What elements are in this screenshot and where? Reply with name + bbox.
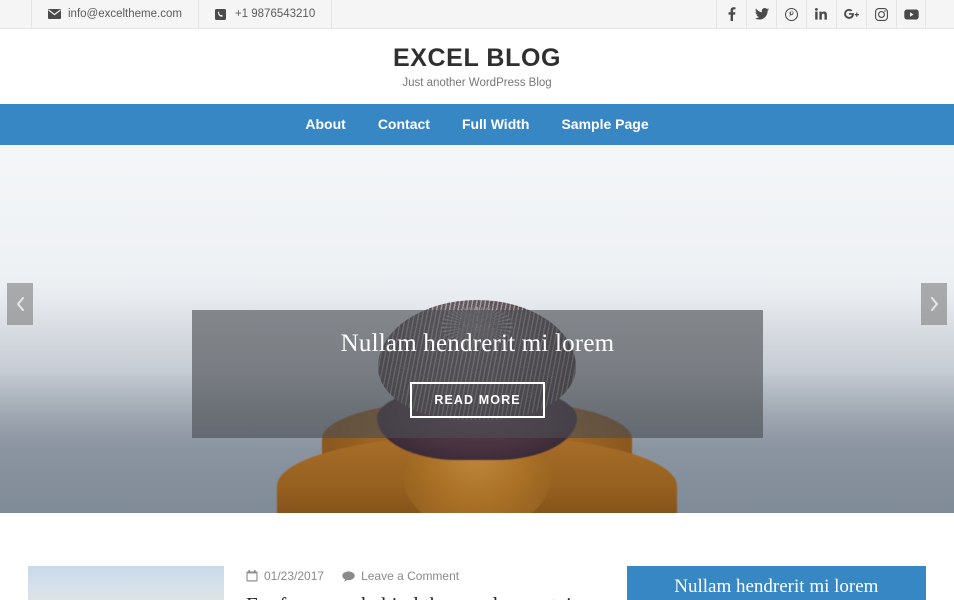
slide-read-more-button[interactable]: READ MORE (410, 382, 545, 418)
slider-next-button[interactable] (921, 283, 947, 325)
sidebar-widget: Nullam hendrerit mi lorem (626, 566, 926, 600)
content-area: 01/23/2017 Leave a Comment Far far away,… (0, 566, 954, 600)
linkedin-icon[interactable] (806, 0, 836, 28)
chevron-left-icon (16, 297, 25, 311)
topbar-email[interactable]: info@exceltheme.com (31, 0, 199, 28)
site-description: Just another WordPress Blog (402, 76, 552, 89)
topbar-phone-text: +1 9876543210 (234, 8, 316, 20)
post-thumbnail[interactable] (28, 566, 224, 600)
comment-icon (342, 570, 355, 582)
hero-slider: Nullam hendrerit mi lorem READ MORE (0, 145, 954, 513)
facebook-icon[interactable] (716, 0, 746, 28)
primary-navigation: About Contact Full Width Sample Page (0, 104, 954, 145)
site-branding: EXCEL BLOG Just another WordPress Blog (0, 29, 954, 104)
nav-item-about[interactable]: About (289, 104, 361, 145)
topbar-email-text: info@exceltheme.com (68, 8, 182, 20)
post-date[interactable]: 01/23/2017 (246, 569, 324, 583)
slider-prev-button[interactable] (7, 283, 33, 325)
topbar: info@exceltheme.com +1 9876543210 (0, 0, 954, 29)
topbar-phone[interactable]: +1 9876543210 (197, 0, 333, 28)
youtube-icon[interactable] (896, 0, 926, 28)
nav-item-contact[interactable]: Contact (362, 104, 446, 145)
post-meta: 01/23/2017 Leave a Comment (246, 569, 615, 583)
slide-caption: Nullam hendrerit mi lorem READ MORE (192, 310, 763, 438)
sidebar: Nullam hendrerit mi lorem (626, 566, 926, 600)
envelope-icon (48, 8, 61, 20)
post-comments-text: Leave a Comment (361, 569, 460, 583)
topbar-contact-group: info@exceltheme.com +1 9876543210 (31, 0, 333, 28)
sidebar-widget-title: Nullam hendrerit mi lorem (674, 576, 879, 597)
phone-icon (214, 8, 228, 20)
pinterest-icon[interactable] (776, 0, 806, 28)
post-list: 01/23/2017 Leave a Comment Far far away,… (28, 566, 615, 600)
social-links (716, 0, 926, 28)
nav-item-full-width[interactable]: Full Width (446, 104, 546, 145)
calendar-icon (246, 570, 258, 582)
post-date-text: 01/23/2017 (264, 569, 325, 583)
instagram-icon[interactable] (866, 0, 896, 28)
twitter-icon[interactable] (746, 0, 776, 28)
site-title[interactable]: EXCEL BLOG (393, 44, 561, 73)
nav-item-sample-page[interactable]: Sample Page (545, 104, 664, 145)
chevron-right-icon (930, 297, 939, 311)
post-comments[interactable]: Leave a Comment (342, 569, 459, 583)
post-title[interactable]: Far far away, behind the word mountains, (246, 592, 615, 600)
googleplus-icon[interactable] (836, 0, 866, 28)
post-entry: 01/23/2017 Leave a Comment Far far away,… (246, 566, 615, 600)
slide-caption-title: Nullam hendrerit mi lorem (340, 330, 615, 357)
